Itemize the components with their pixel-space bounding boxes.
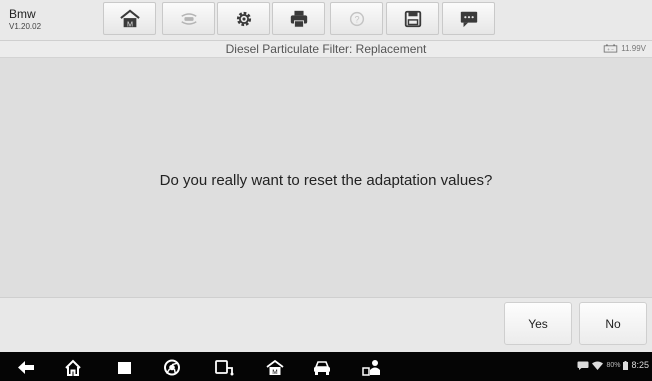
system-nav-bar: M 80% 8:25	[0, 352, 652, 381]
help-icon: ?	[349, 11, 364, 26]
nav-chrome-button[interactable]	[161, 358, 183, 376]
vehicle-battery-indicator: + − 11.99V	[603, 44, 646, 53]
data-logging-icon	[460, 11, 477, 27]
confirmation-message: Do you really want to reset the adaptati…	[159, 172, 493, 189]
home-icon	[65, 359, 81, 376]
home-button[interactable]: M	[103, 2, 156, 35]
nav-back-button[interactable]	[15, 358, 37, 376]
vci-icon	[215, 359, 234, 375]
top-toolbar: Bmw V1.20.02 M ?	[0, 0, 652, 41]
svg-text:M: M	[126, 19, 132, 28]
battery-percent: 80%	[606, 361, 621, 369]
nav-vci-button[interactable]	[213, 358, 235, 376]
settings-button[interactable]	[217, 2, 270, 35]
nav-car-button[interactable]	[311, 358, 333, 376]
home-icon: M	[119, 9, 140, 28]
nav-home-button[interactable]	[62, 358, 84, 376]
vehicle-info: Bmw V1.20.02	[9, 8, 41, 32]
mechanic-icon	[362, 359, 380, 376]
message-icon	[577, 361, 589, 370]
settings-icon	[236, 11, 251, 26]
wifi-icon	[592, 361, 604, 370]
no-button[interactable]: No	[579, 302, 647, 345]
save-button[interactable]	[386, 2, 439, 35]
vehicle-swap-icon	[180, 12, 197, 25]
nav-recent-apps-button[interactable]	[113, 358, 135, 376]
vehicle-battery-icon: + −	[603, 44, 618, 53]
nav-maxisys-home-button[interactable]: M	[264, 358, 286, 376]
clock: 8:25	[631, 360, 649, 370]
title-bar: Diesel Particulate Filter: Replacement +…	[0, 41, 652, 58]
vehicle-make: Bmw	[9, 7, 36, 21]
page-title: Diesel Particulate Filter: Replacement	[225, 42, 427, 56]
software-version: V1.20.02	[9, 22, 42, 31]
svg-text:+ −: + −	[607, 47, 614, 52]
chrome-icon	[164, 359, 180, 375]
yes-button[interactable]: Yes	[504, 302, 572, 345]
data-logging-button[interactable]	[442, 2, 495, 35]
action-bar: Yes No	[0, 297, 652, 352]
car-icon	[314, 360, 330, 375]
recent-apps-icon	[118, 361, 131, 374]
system-status: 80% 8:25	[577, 360, 649, 370]
svg-text:M: M	[272, 369, 277, 376]
vehicle-swap-button[interactable]	[162, 2, 215, 35]
nav-mechanic-button[interactable]	[361, 358, 383, 376]
dialog-area: Do you really want to reset the adaptati…	[0, 58, 652, 297]
back-icon	[18, 360, 34, 374]
maxisys-home-icon: M	[266, 359, 284, 376]
print-icon	[290, 10, 307, 28]
save-icon	[404, 10, 421, 27]
battery-icon	[623, 360, 629, 370]
battery-voltage: 11.99V	[621, 44, 646, 53]
help-button[interactable]: ?	[330, 2, 383, 35]
print-button[interactable]	[272, 2, 325, 35]
svg-text:?: ?	[354, 14, 359, 24]
